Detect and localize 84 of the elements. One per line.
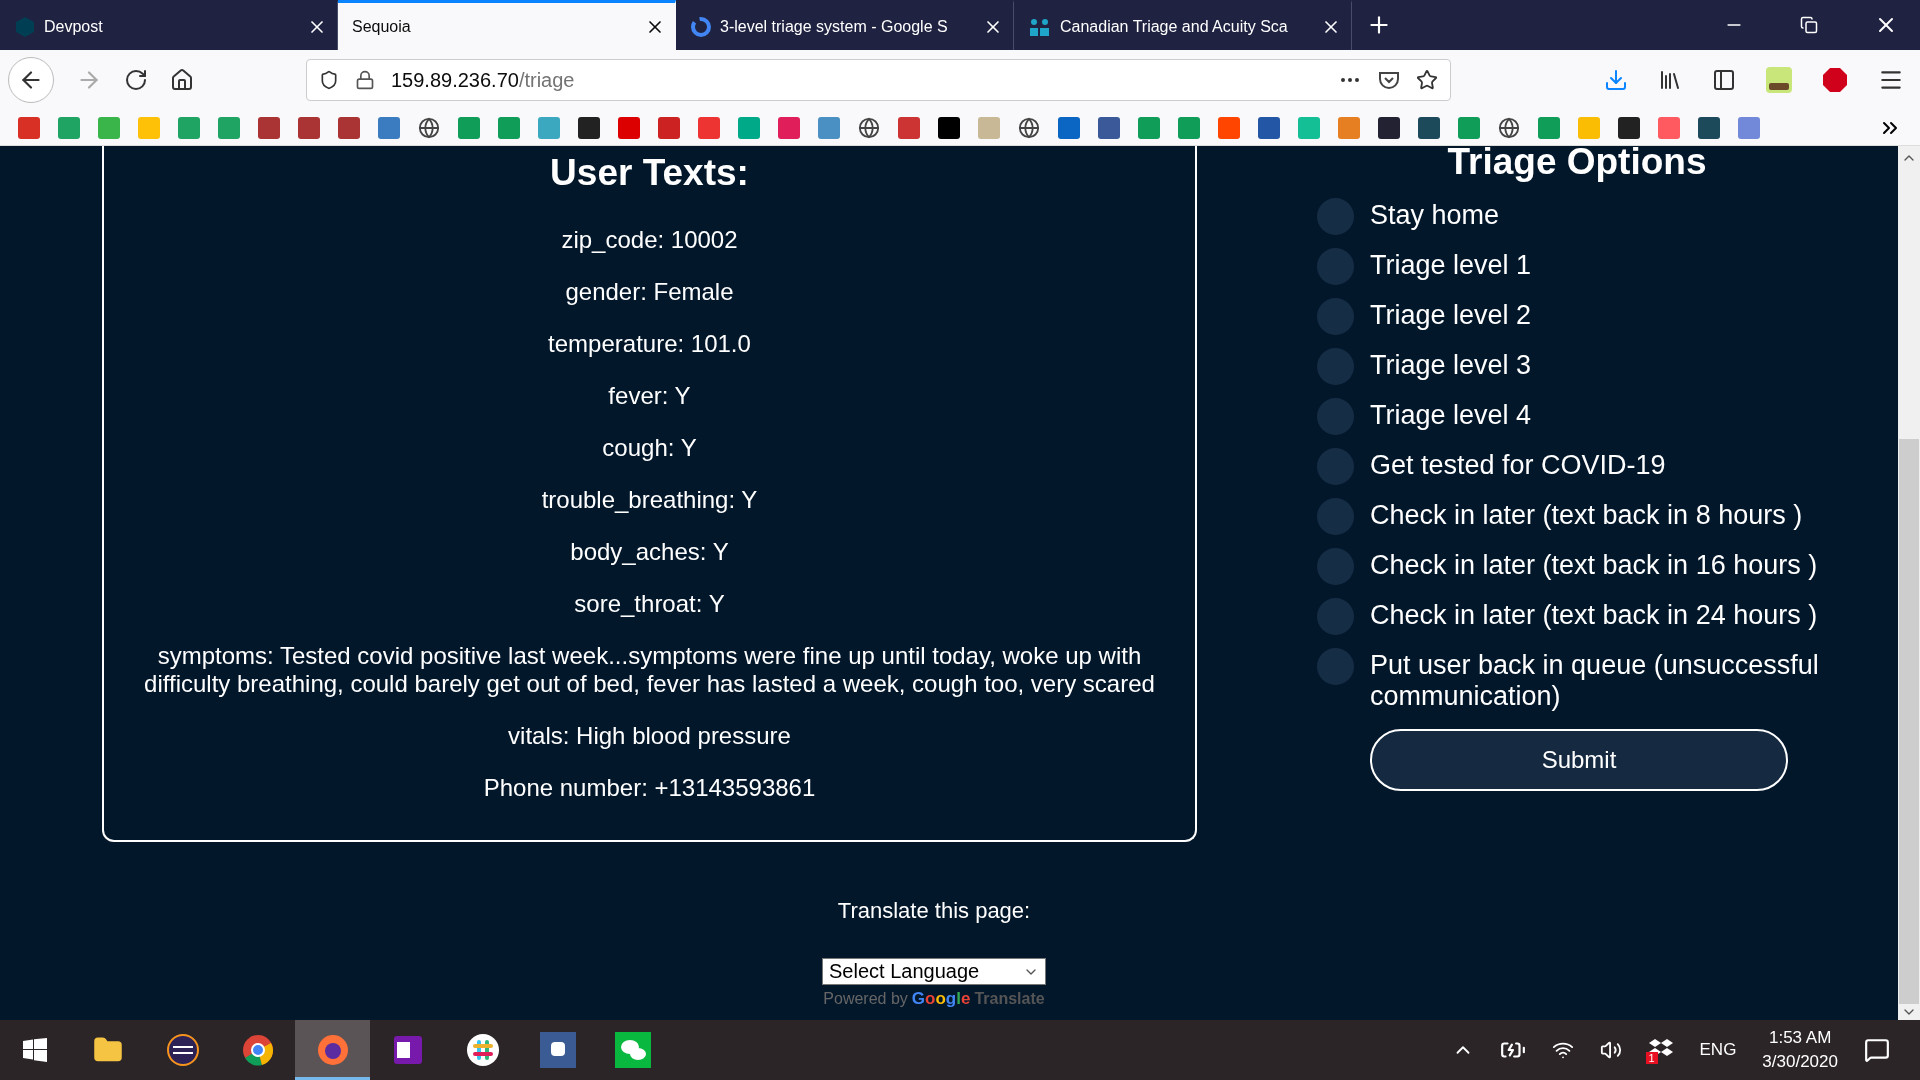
back-button[interactable] xyxy=(8,57,54,103)
bookmark-icon[interactable] xyxy=(1258,116,1280,139)
radio-button[interactable] xyxy=(1317,398,1354,435)
notifications-icon[interactable] xyxy=(1864,1037,1890,1063)
bookmark-icon[interactable] xyxy=(1618,116,1640,139)
option-label[interactable]: Get tested for COVID-19 xyxy=(1370,450,1666,481)
radio-button[interactable] xyxy=(1317,198,1354,235)
restore-icon[interactable] xyxy=(1800,16,1818,34)
shield-icon xyxy=(319,70,339,90)
powered-by-text: Powered by xyxy=(823,990,908,1008)
browser-tab[interactable]: Sequoia xyxy=(338,0,676,50)
globe-icon[interactable] xyxy=(1018,116,1040,139)
bookmark-icon[interactable] xyxy=(338,116,360,139)
option-label[interactable]: Check in later (text back in 16 hours ) xyxy=(1370,550,1818,581)
download-icon[interactable] xyxy=(1604,68,1628,92)
submit-button[interactable]: Submit xyxy=(1370,729,1788,791)
speaker-icon[interactable] xyxy=(1599,1039,1622,1061)
scrollbar[interactable] xyxy=(1898,146,1920,1020)
home-icon[interactable] xyxy=(170,68,194,92)
option-label[interactable]: Triage level 4 xyxy=(1370,400,1532,431)
clock-time: 1:53 AM xyxy=(1769,1028,1832,1048)
user-text-line: gender: Female xyxy=(565,278,734,306)
google-logo: Google xyxy=(911,989,971,1009)
radio-button[interactable] xyxy=(1317,498,1354,535)
globe-icon[interactable] xyxy=(858,116,880,139)
user-text-line: sore_throat: Y xyxy=(574,590,725,618)
notebook-icon xyxy=(391,1034,424,1066)
plant-icon[interactable] xyxy=(1766,67,1792,93)
option-label[interactable]: Check in later (text back in 8 hours ) xyxy=(1370,500,1803,531)
bookmark-icon[interactable] xyxy=(1098,116,1120,139)
option-label[interactable]: Stay home xyxy=(1370,200,1500,231)
bookmark-icon[interactable] xyxy=(1418,116,1440,139)
sidebar-icon[interactable] xyxy=(1712,68,1736,92)
chat-bubbles-icon xyxy=(614,1032,651,1068)
option-label[interactable]: Triage level 2 xyxy=(1370,300,1532,331)
bookmark-icon[interactable] xyxy=(1378,116,1400,139)
option-label[interactable]: Check in later (text back in 24 hours ) xyxy=(1370,600,1818,631)
bookmark-icon[interactable] xyxy=(1698,116,1720,139)
clock-date: 3/30/2020 xyxy=(1762,1052,1838,1072)
address-field[interactable]: 159.89.236.70/triage xyxy=(306,59,1451,101)
translate-label: Translate this page: xyxy=(837,898,1031,924)
eclipse-icon xyxy=(166,1034,199,1066)
bookmark-icon[interactable] xyxy=(298,116,320,139)
notification-badge: 1 xyxy=(1645,1052,1658,1064)
bookmark-icon[interactable] xyxy=(938,116,960,139)
windows-icon[interactable] xyxy=(23,1038,47,1062)
globe-icon[interactable] xyxy=(418,116,440,139)
lock-icon xyxy=(355,70,375,90)
user-text-line: zip_code: 10002 xyxy=(561,226,738,254)
radio-button[interactable] xyxy=(1317,348,1354,385)
url-text: 159.89.236.70/triage xyxy=(391,68,576,92)
radio-button[interactable] xyxy=(1317,598,1354,635)
slack-icon xyxy=(465,1033,500,1067)
user-text-line: body_aches: Y xyxy=(570,538,729,566)
language-indicator[interactable]: ENG xyxy=(1699,1040,1737,1060)
radio-button[interactable] xyxy=(1317,248,1354,285)
reload-icon[interactable] xyxy=(124,68,148,92)
hexagon-icon xyxy=(14,15,36,38)
triage-title: Triage Options xyxy=(1446,146,1708,182)
user-text-line: temperature: 101.0 xyxy=(548,330,751,358)
chrome-icon xyxy=(241,1034,274,1066)
radio-button[interactable] xyxy=(1317,648,1354,685)
globe-icon[interactable] xyxy=(1498,116,1520,139)
user-text-line: symptoms: Tested covid positive last week...symptoms were fine up until today, woke up with difficulty breathing, could barely get out of bed, fever has lasted a week, cough too, very scared xyxy=(143,642,1156,698)
radio-button[interactable] xyxy=(1317,548,1354,585)
radio-button[interactable] xyxy=(1317,298,1354,335)
library-icon[interactable] xyxy=(1658,68,1682,92)
option-label[interactable]: Triage level 3 xyxy=(1370,350,1532,381)
star-icon[interactable] xyxy=(1416,69,1438,91)
card-title: User Texts: xyxy=(550,152,749,194)
user-text-line: cough: Y xyxy=(602,434,697,462)
bookmark-icon[interactable] xyxy=(258,116,280,139)
option-label[interactable]: Put user back in queue (unsuccessful communication) xyxy=(1370,650,1837,712)
user-text-line: Phone number: +13143593861 xyxy=(483,774,816,802)
user-text-line: trouble_breathing: Y xyxy=(541,486,758,514)
user-text-line: vitals: High blood pressure xyxy=(508,722,791,750)
option-label[interactable]: Triage level 1 xyxy=(1370,250,1532,281)
stop-sign-icon[interactable] xyxy=(1822,67,1848,93)
firefox-icon xyxy=(315,1033,350,1067)
bookmark-icon[interactable] xyxy=(578,116,600,139)
language-select[interactable]: Select Language xyxy=(822,958,1046,985)
user-text-line: fever: Y xyxy=(608,382,691,410)
radio-button[interactable] xyxy=(1317,448,1354,485)
pocket-icon[interactable] xyxy=(1378,70,1400,90)
